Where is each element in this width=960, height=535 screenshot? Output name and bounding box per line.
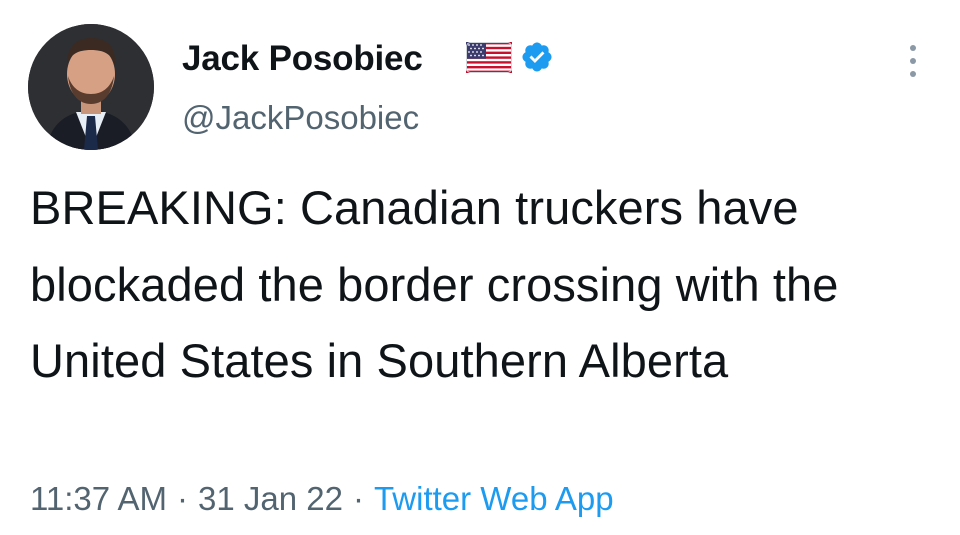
more-options-icon[interactable] — [896, 40, 930, 82]
author-display-name[interactable]: Jack Posobiec — [182, 37, 423, 81]
tweet-source-link[interactable]: Twitter Web App — [374, 480, 614, 517]
meta-separator: · — [176, 480, 188, 517]
avatar[interactable] — [28, 24, 154, 150]
meta-separator: · — [352, 480, 364, 517]
tweet-date[interactable]: 31 Jan 22 — [198, 480, 343, 517]
tweet-metadata: 11:37 AM · 31 Jan 22 · Twitter Web App — [30, 474, 614, 524]
tweet-text: BREAKING: Canadian truckers have blockad… — [30, 181, 839, 387]
tweet-time[interactable]: 11:37 AM — [30, 480, 167, 517]
avatar-photo — [28, 24, 154, 150]
author-handle[interactable]: @JackPosobiec — [182, 96, 419, 140]
us-flag-icon — [466, 42, 512, 73]
verified-badge-icon — [522, 42, 552, 72]
